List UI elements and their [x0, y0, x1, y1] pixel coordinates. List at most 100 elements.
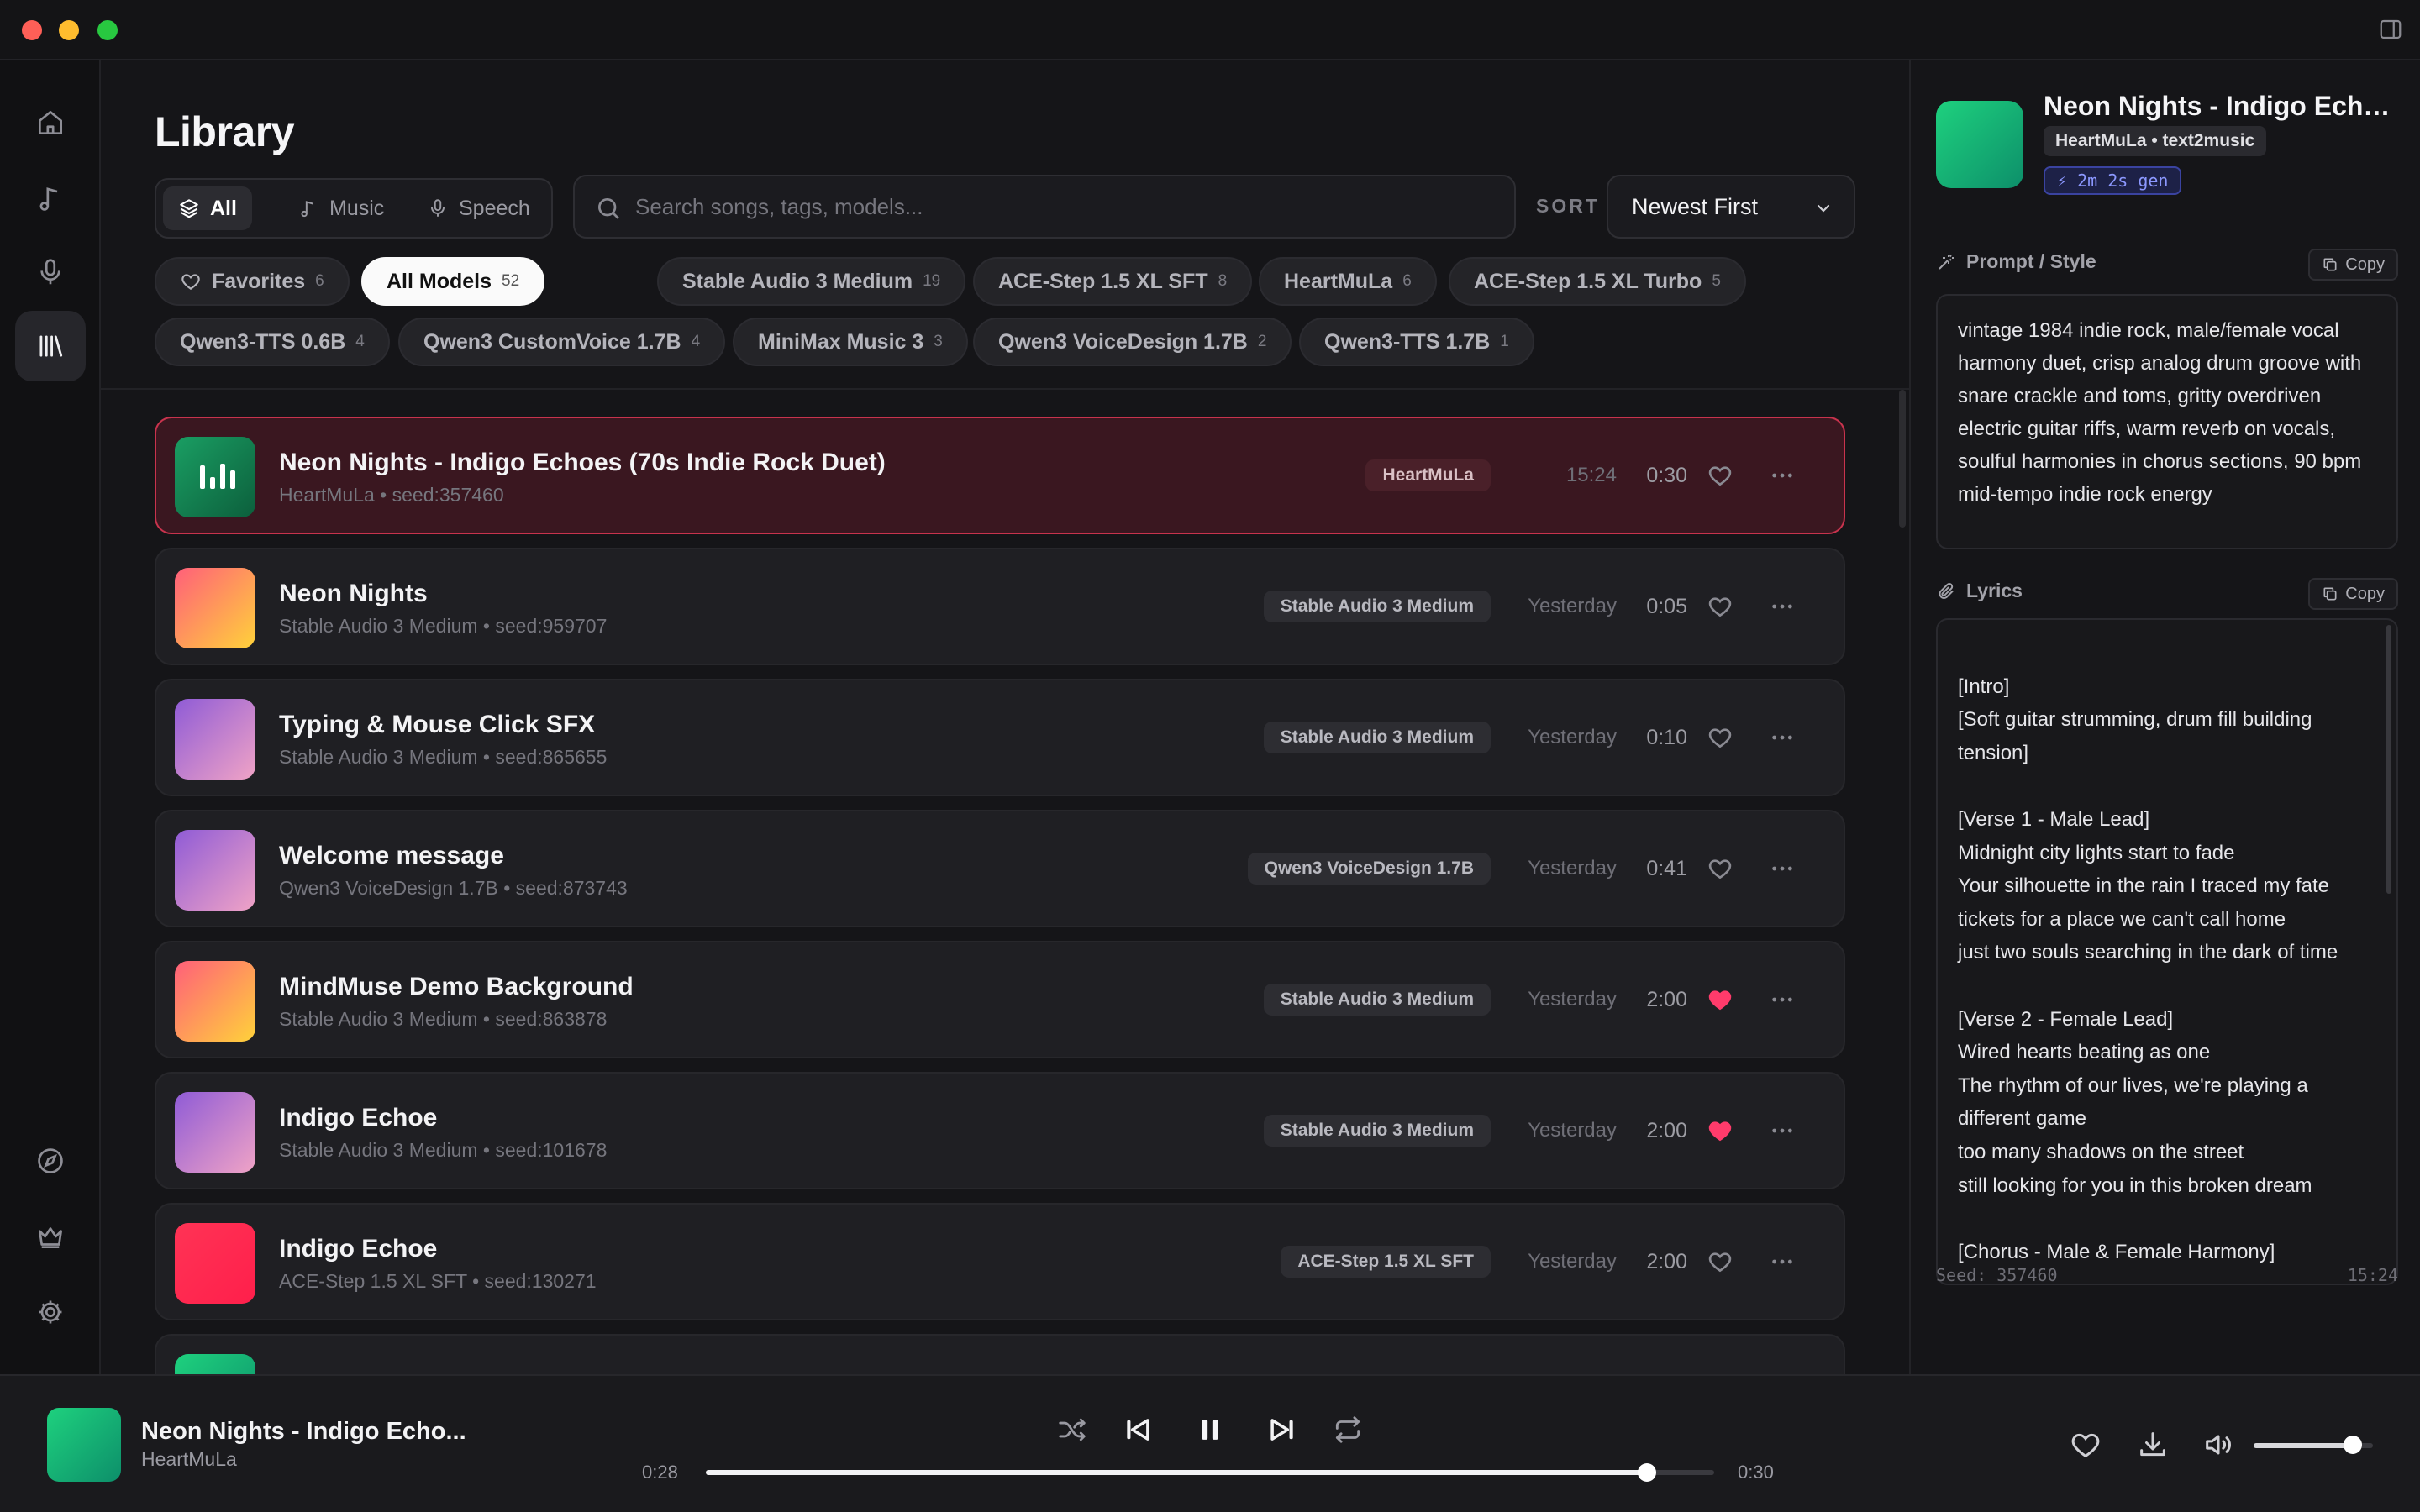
- next-button[interactable]: [1260, 1408, 1304, 1452]
- filter-chip-qwen3-tts-0-6b[interactable]: Qwen3-TTS 0.6B 4: [155, 318, 390, 366]
- tab-music-label: Music: [329, 196, 385, 220]
- favorite-button[interactable]: [1687, 1117, 1753, 1144]
- copy-lyrics-button[interactable]: Copy: [2308, 578, 2398, 610]
- nav-premium[interactable]: [15, 1201, 86, 1272]
- progress-handle[interactable]: [1637, 1463, 1656, 1482]
- more-options-button[interactable]: [1753, 855, 1812, 882]
- favorite-button[interactable]: [1687, 986, 1753, 1013]
- filter-chip-ace-step-xl-turbo[interactable]: ACE-Step 1.5 XL Turbo 5: [1449, 257, 1746, 306]
- sort-dropdown[interactable]: Newest First: [1607, 175, 1855, 239]
- gear-icon: [39, 1300, 62, 1324]
- paperclip-icon: [1939, 582, 1954, 599]
- more-options-button[interactable]: [1753, 1248, 1812, 1275]
- model-badge: Qwen3 VoiceDesign 1.7B: [1247, 853, 1491, 885]
- zoom-window-button[interactable]: [97, 20, 118, 40]
- track-row[interactable]: Indigo Echoe ACE-Step 1.5 XL SFT • seed:1…: [155, 1203, 1845, 1320]
- track-cover-art[interactable]: [175, 437, 255, 517]
- nav-library[interactable]: [15, 311, 86, 381]
- volume-icon: [2206, 1435, 2231, 1455]
- repeat-button[interactable]: [1326, 1408, 1370, 1452]
- track-row[interactable]: Indigo Echoe Stable Audio 3 Medium • seed…: [155, 1072, 1845, 1189]
- nav-home[interactable]: [15, 87, 86, 158]
- chip-count: 52: [502, 272, 520, 290]
- prompt-text: vintage 1984 indie rock, male/female voc…: [1936, 294, 2398, 549]
- favorite-button[interactable]: [1687, 1248, 1753, 1275]
- track-meta: HeartMuLa 15:24 0:30: [1365, 418, 1812, 533]
- filter-chip-minimax-music-3[interactable]: MiniMax Music 3 3: [733, 318, 968, 366]
- nav-settings[interactable]: [15, 1277, 86, 1347]
- pause-button[interactable]: [1188, 1408, 1232, 1452]
- search-box: [573, 175, 1516, 239]
- track-cover-art[interactable]: [175, 568, 255, 648]
- volume-button[interactable]: [2202, 1428, 2235, 1462]
- track-cover-art[interactable]: [175, 961, 255, 1042]
- heart-icon: [1708, 859, 1732, 879]
- more-options-button[interactable]: [1753, 986, 1812, 1013]
- track-meta: Stable Audio 3 Medium Yesterday 0:10: [1263, 680, 1812, 795]
- tab-speech-label: Speech: [459, 196, 530, 220]
- download-button[interactable]: [2136, 1428, 2170, 1462]
- like-button[interactable]: [2069, 1428, 2102, 1462]
- track-duration: 0:41: [1646, 856, 1687, 880]
- nav-music[interactable]: [15, 163, 86, 234]
- volume-handle[interactable]: [2343, 1436, 2362, 1454]
- track-list: Neon Nights - Indigo Echoes (70s Indie R…: [155, 417, 1845, 1374]
- track-row[interactable]: MindMuse Demo Background Stable Audio 3 M…: [155, 941, 1845, 1058]
- track-subtitle: Stable Audio 3 Medium • seed:865655: [279, 746, 608, 768]
- list-scrollbar[interactable]: [1899, 390, 1906, 528]
- sidebar-toggle-icon[interactable]: [2378, 17, 2403, 42]
- track-title: Typing & Mouse Click SFX: [279, 711, 596, 738]
- track-row[interactable]: [155, 1334, 1845, 1374]
- track-row[interactable]: Typing & Mouse Click SFX Stable Audio 3 M…: [155, 679, 1845, 796]
- minimize-window-button[interactable]: [59, 20, 79, 40]
- shuffle-button[interactable]: [1050, 1408, 1094, 1452]
- details-model-tag: HeartMuLa • text2music: [2044, 126, 2267, 156]
- track-row[interactable]: Neon Nights - Indigo Echoes (70s Indie R…: [155, 417, 1845, 534]
- favorite-button[interactable]: [1687, 462, 1753, 489]
- track-cover-art[interactable]: [175, 1223, 255, 1304]
- track-cover-art[interactable]: [175, 1092, 255, 1173]
- more-options-button[interactable]: [1753, 593, 1812, 620]
- tab-all[interactable]: All: [163, 186, 252, 230]
- track-row[interactable]: Neon Nights Stable Audio 3 Medium • seed:…: [155, 548, 1845, 665]
- tab-speech[interactable]: Speech: [412, 186, 545, 230]
- tab-music[interactable]: Music: [282, 186, 399, 230]
- filter-chip-ace-step-xl-sft[interactable]: ACE-Step 1.5 XL SFT 8: [973, 257, 1253, 306]
- favorite-button[interactable]: [1687, 593, 1753, 620]
- filter-chip-stable-audio-3-medium[interactable]: Stable Audio 3 Medium 19: [657, 257, 966, 306]
- lyrics-scrollbar[interactable]: [2386, 625, 2391, 894]
- track-duration: 2:00: [1646, 987, 1687, 1011]
- filter-chip-qwen3-customvoice[interactable]: Qwen3 CustomVoice 1.7B 4: [398, 318, 726, 366]
- more-horizontal-icon: [1772, 473, 1792, 478]
- favorite-button[interactable]: [1687, 724, 1753, 751]
- library-icon: [39, 335, 63, 357]
- sort-label: SORT: [1536, 195, 1600, 217]
- lyrics-box[interactable]: [Intro] [Soft guitar strumming, drum fil…: [1936, 618, 2398, 1285]
- nav-explore[interactable]: [15, 1126, 86, 1196]
- filter-chip-favorites[interactable]: Favorites 6: [155, 257, 350, 306]
- more-options-button[interactable]: [1753, 462, 1812, 489]
- progress-bar[interactable]: [706, 1463, 1714, 1482]
- more-options-button[interactable]: [1753, 724, 1812, 751]
- copy-prompt-button[interactable]: Copy: [2308, 249, 2398, 281]
- player-cover-art[interactable]: [47, 1408, 121, 1482]
- filter-chip-all-models[interactable]: All Models 52: [361, 257, 545, 306]
- close-window-button[interactable]: [22, 20, 42, 40]
- track-cover-art[interactable]: [175, 830, 255, 911]
- filter-chip-qwen3-tts-1-7b[interactable]: Qwen3-TTS 1.7B 1: [1299, 318, 1534, 366]
- filter-chip-qwen3-voicedesign[interactable]: Qwen3 VoiceDesign 1.7B 2: [973, 318, 1292, 366]
- search-input[interactable]: [635, 190, 1492, 223]
- more-options-button[interactable]: [1753, 1117, 1812, 1144]
- copy-label: Copy: [2345, 255, 2385, 274]
- favorite-button[interactable]: [1687, 855, 1753, 882]
- player-track-artist: HeartMuLa: [141, 1448, 237, 1470]
- volume-slider[interactable]: [2254, 1436, 2373, 1454]
- nav-speech[interactable]: [15, 237, 86, 307]
- track-row[interactable]: Welcome message Qwen3 VoiceDesign 1.7B • …: [155, 810, 1845, 927]
- track-cover-art[interactable]: [175, 1354, 255, 1374]
- filter-chip-heartmula[interactable]: HeartMuLa 6: [1259, 257, 1437, 306]
- more-horizontal-icon: [1772, 1259, 1792, 1264]
- previous-button[interactable]: [1116, 1408, 1160, 1452]
- track-cover-art[interactable]: [175, 699, 255, 780]
- total-time: 0:30: [1738, 1462, 1774, 1483]
